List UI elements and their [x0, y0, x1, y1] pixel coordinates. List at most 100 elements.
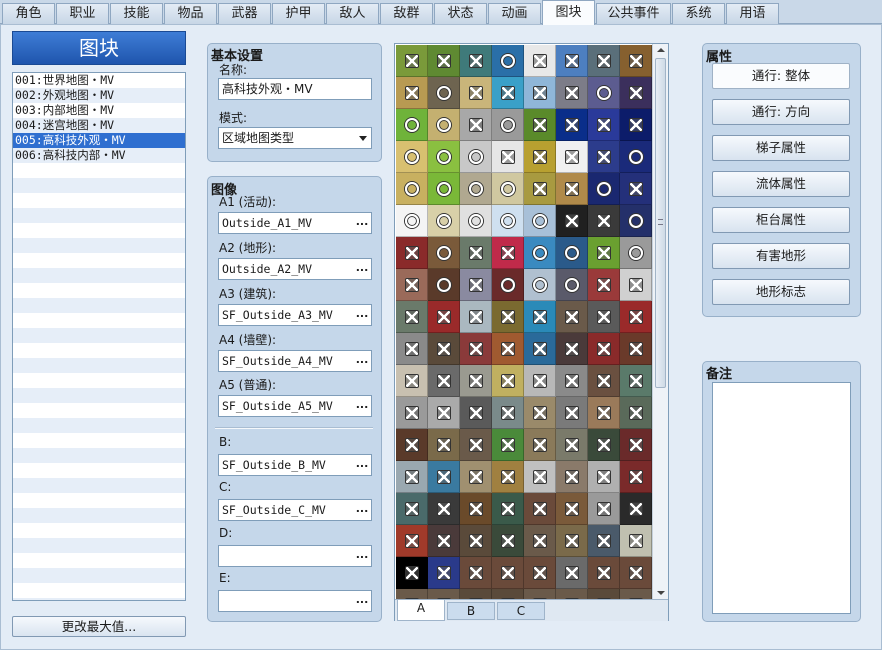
tab-3[interactable]: 物品 [164, 3, 217, 24]
tile-cell[interactable] [620, 205, 652, 237]
tile-cell[interactable] [492, 333, 524, 365]
tile-cell[interactable] [460, 301, 492, 333]
tile-cell[interactable] [492, 525, 524, 557]
tile-cell[interactable] [524, 109, 556, 141]
tile-cell[interactable] [588, 237, 620, 269]
tile-cell[interactable] [460, 109, 492, 141]
tile-cell[interactable] [428, 109, 460, 141]
tile-cell[interactable] [524, 45, 556, 77]
tile-cell[interactable] [556, 141, 588, 173]
tile-cell[interactable] [460, 141, 492, 173]
tab-6[interactable]: 敌人 [326, 3, 379, 24]
tile-cell[interactable] [428, 301, 460, 333]
tile-cell[interactable] [556, 173, 588, 205]
tile-cell[interactable] [588, 461, 620, 493]
browse-icon[interactable]: ... [355, 500, 369, 520]
tile-cell[interactable] [428, 557, 460, 589]
tile-cell[interactable] [396, 365, 428, 397]
tile-cell[interactable] [524, 269, 556, 301]
browse-icon[interactable]: ... [355, 259, 369, 279]
tileset-list[interactable]: 001:世界地图・MV 002:外观地图・MV 003:内部地图・MV 004:迷宫地… [12, 72, 186, 601]
tile-cell[interactable] [396, 429, 428, 461]
tile-cell[interactable] [524, 589, 556, 599]
tile-cell[interactable] [588, 269, 620, 301]
scroll-up-icon[interactable] [657, 48, 665, 52]
tile-cell[interactable] [620, 173, 652, 205]
tile-cell[interactable] [588, 205, 620, 237]
tile-cell[interactable] [620, 461, 652, 493]
tile-cell[interactable] [492, 141, 524, 173]
tile-cell[interactable] [396, 77, 428, 109]
tile-cell[interactable] [588, 429, 620, 461]
scroll-thumb[interactable] [655, 58, 666, 388]
browse-icon[interactable]: ... [355, 455, 369, 475]
image-file-field[interactable]: Outside_A2_MV... [218, 258, 372, 280]
tile-grid[interactable] [396, 45, 652, 599]
tile-cell[interactable] [524, 333, 556, 365]
list-item[interactable]: 003:内部地图・MV [13, 103, 185, 118]
image-file-field[interactable]: Outside_A1_MV... [218, 212, 372, 234]
list-item[interactable]: 002:外观地图・MV [13, 88, 185, 103]
tile-cell[interactable] [588, 45, 620, 77]
bush-button[interactable]: 流体属性 [712, 171, 850, 197]
tile-cell[interactable] [460, 77, 492, 109]
tile-cell[interactable] [492, 557, 524, 589]
browse-icon[interactable]: ... [355, 546, 369, 566]
tile-cell[interactable] [556, 493, 588, 525]
tile-cell[interactable] [396, 109, 428, 141]
tile-cell[interactable] [428, 237, 460, 269]
tile-cell[interactable] [428, 589, 460, 599]
tile-cell[interactable] [492, 45, 524, 77]
tile-cell[interactable] [492, 205, 524, 237]
tile-cell[interactable] [428, 141, 460, 173]
tile-cell[interactable] [524, 205, 556, 237]
browse-icon[interactable]: ... [355, 396, 369, 416]
tile-cell[interactable] [524, 365, 556, 397]
list-item[interactable]: 005:高科技外观・MV [13, 133, 185, 148]
tile-cell[interactable] [460, 269, 492, 301]
image-file-field[interactable]: SF_Outside_A5_MV... [218, 395, 372, 417]
tile-cell[interactable] [460, 557, 492, 589]
tile-cell[interactable] [396, 589, 428, 599]
tile-cell[interactable] [428, 269, 460, 301]
tile-cell[interactable] [620, 141, 652, 173]
tile-cell[interactable] [588, 301, 620, 333]
tile-cell[interactable] [428, 397, 460, 429]
tile-cell[interactable] [428, 45, 460, 77]
tile-cell[interactable] [556, 269, 588, 301]
tile-cell[interactable] [492, 269, 524, 301]
tile-cell[interactable] [460, 525, 492, 557]
tile-cell[interactable] [556, 301, 588, 333]
tile-cell[interactable] [524, 525, 556, 557]
tile-cell[interactable] [588, 365, 620, 397]
browse-icon[interactable]: ... [355, 351, 369, 371]
tile-cell[interactable] [588, 397, 620, 429]
tile-cell[interactable] [556, 525, 588, 557]
tile-cell[interactable] [428, 493, 460, 525]
browse-icon[interactable]: ... [355, 213, 369, 233]
tab-1[interactable]: 职业 [56, 3, 109, 24]
tile-cell[interactable] [492, 589, 524, 599]
tile-cell[interactable] [492, 365, 524, 397]
tile-cell[interactable] [556, 333, 588, 365]
tile-cell[interactable] [396, 45, 428, 77]
tile-cell[interactable] [556, 237, 588, 269]
tile-cell[interactable] [524, 77, 556, 109]
list-item[interactable]: 006:高科技内部・MV [13, 148, 185, 163]
image-file-field[interactable]: SF_Outside_B_MV... [218, 454, 372, 476]
tile-cell[interactable] [556, 109, 588, 141]
tile-cell[interactable] [588, 173, 620, 205]
tile-cell[interactable] [524, 493, 556, 525]
tile-cell[interactable] [524, 557, 556, 589]
tile-cell[interactable] [588, 589, 620, 599]
tile-cell[interactable] [620, 301, 652, 333]
tile-tab-a[interactable]: A [397, 600, 445, 621]
image-file-field[interactable]: SF_Outside_C_MV... [218, 499, 372, 521]
tile-cell[interactable] [620, 237, 652, 269]
tab-12[interactable]: 系统 [672, 3, 725, 24]
passage-direction-button[interactable]: 通行: 方向 [712, 99, 850, 125]
tile-cell[interactable] [428, 365, 460, 397]
tile-cell[interactable] [396, 397, 428, 429]
tile-cell[interactable] [620, 109, 652, 141]
image-file-field[interactable]: SF_Outside_A3_MV... [218, 304, 372, 326]
